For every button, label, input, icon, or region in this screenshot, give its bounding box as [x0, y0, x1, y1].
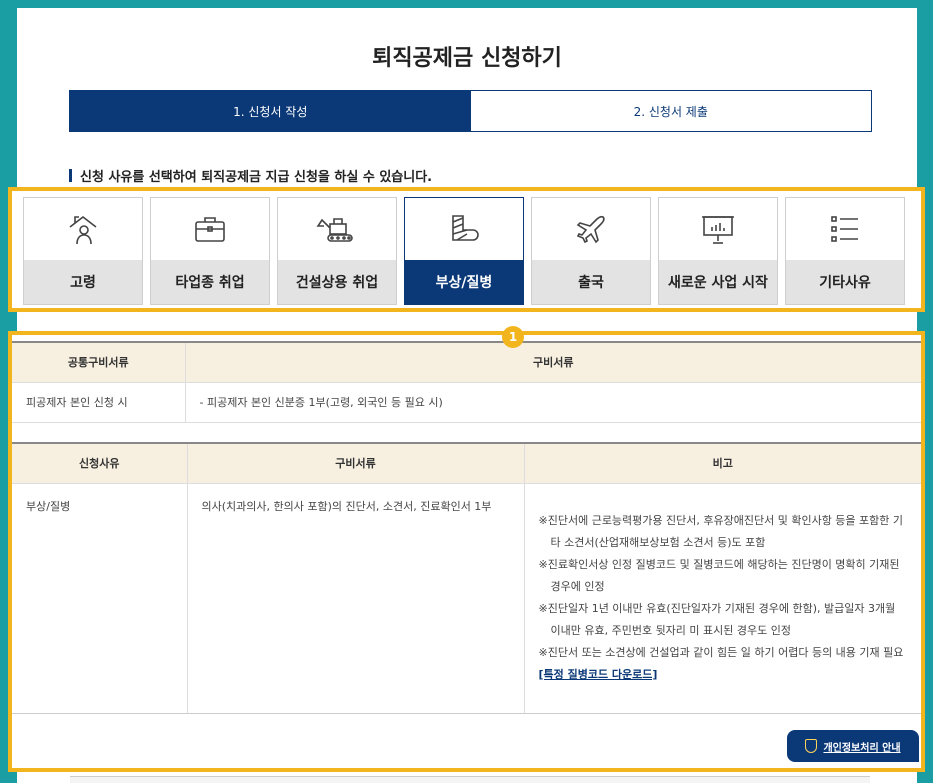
- reason-injury-illness[interactable]: 부상/질병: [404, 197, 524, 305]
- documents-cell: 의사(치과의사, 한의사 포함)의 진단서, 소견서, 진료확인서 1부: [187, 483, 525, 714]
- shield-icon: [805, 739, 818, 753]
- privacy-button-label: 개인정보처리 안내: [823, 742, 901, 754]
- table-row: 피공제자 본인 신청 시 - 피공제자 본인 신분증 1부(고령, 외국인 등 …: [12, 382, 921, 423]
- column-header: 구비서류: [185, 342, 921, 383]
- guide-bar: [69, 169, 72, 182]
- reason-label: 고령: [24, 259, 142, 304]
- excavator-icon: [278, 198, 396, 260]
- note-item: ※진단서에 근로능력평가용 진단서, 후유장애진단서 및 확인사항 등을 포함한…: [538, 513, 904, 549]
- briefcase-icon: [151, 198, 269, 260]
- column-header: 공통구비서류: [12, 342, 186, 383]
- guide-text-row: 신청 사유를 선택하여 퇴직공제금 지급 신청을 하실 수 있습니다.: [69, 166, 432, 185]
- bottom-strip: [70, 776, 870, 783]
- reason-elderly[interactable]: 고령: [23, 197, 143, 305]
- disease-code-download-link[interactable]: [특정 질병코드 다운로드]: [539, 666, 658, 684]
- list-icon: [786, 198, 904, 260]
- required-documents-box: 공통구비서류 구비서류 피공제자 본인 신청 시 - 피공제자 본인 신분증 1…: [8, 331, 925, 772]
- note-item: ※진단서 또는 소견상에 건설업과 같이 힘든 일 하기 어렵다 등의 내용 기…: [538, 645, 904, 659]
- airplane-icon: [532, 198, 650, 260]
- table-header-row: 신청사유 구비서류 비고: [12, 443, 921, 484]
- reason-label: 건설상용 취업: [278, 259, 396, 304]
- step-indicator: 1. 신청서 작성 2. 신청서 제출: [69, 90, 872, 132]
- reason-label: 부상/질병: [405, 259, 523, 304]
- column-header: 신청사유: [12, 443, 188, 484]
- table-header-row: 공통구비서류 구비서류: [12, 342, 921, 383]
- reason-label: 기타사유: [786, 259, 904, 304]
- reason-list: 고령 타업종 취업 건설상용 취업 부상/질병 출국 새로운 사업 시작 기타사…: [23, 197, 905, 305]
- cast-bandage-icon: [405, 198, 523, 260]
- reason-cell: 부상/질병: [12, 483, 188, 714]
- presentation-board-icon: [659, 198, 777, 260]
- table-cell: - 피공제자 본인 신분증 1부(고령, 외국인 등 필요 시): [185, 382, 921, 423]
- reason-departure-abroad[interactable]: 출국: [531, 197, 651, 305]
- note-item: ※진단일자 1년 이내만 유효(진단일자가 기재된 경우에 한함), 발급일자 …: [538, 601, 896, 637]
- privacy-policy-button[interactable]: 개인정보처리 안내: [787, 730, 919, 762]
- reason-label: 출국: [532, 259, 650, 304]
- reason-label: 새로운 사업 시작: [659, 259, 777, 304]
- notes-cell: ※진단서에 근로능력평가용 진단서, 후유장애진단서 및 확인사항 등을 포함한…: [524, 483, 921, 714]
- reason-other-industry-job[interactable]: 타업종 취업: [150, 197, 270, 305]
- reason-documents-table: 신청사유 구비서류 비고 부상/질병 의사(치과의사, 한의사 포함)의 진단서…: [12, 442, 921, 714]
- column-header: 구비서류: [187, 443, 525, 484]
- annotation-badge: 1: [502, 326, 524, 348]
- page-title: 퇴직공제금 신청하기: [372, 46, 562, 71]
- reason-selector-box: 고령 타업종 취업 건설상용 취업 부상/질병 출국 새로운 사업 시작 기타사…: [8, 187, 925, 312]
- reason-new-business[interactable]: 새로운 사업 시작: [658, 197, 778, 305]
- note-item: ※진료확인서상 인정 질병코드 및 질병코드에 해당하는 진단명이 명확히 기재…: [538, 557, 900, 593]
- reason-label: 타업종 취업: [151, 259, 269, 304]
- step-2-submit-application[interactable]: 2. 신청서 제출: [470, 91, 871, 131]
- column-header: 비고: [524, 443, 921, 484]
- step-1-write-application[interactable]: 1. 신청서 작성: [70, 91, 471, 131]
- table-cell: 피공제자 본인 신청 시: [12, 382, 186, 423]
- elderly-person-icon: [24, 198, 142, 260]
- common-documents-table: 공통구비서류 구비서류 피공제자 본인 신청 시 - 피공제자 본인 신분증 1…: [12, 341, 921, 423]
- table-row: 부상/질병 의사(치과의사, 한의사 포함)의 진단서, 소견서, 진료확인서 …: [12, 483, 921, 714]
- reason-construction-regular-job[interactable]: 건설상용 취업: [277, 197, 397, 305]
- reason-other[interactable]: 기타사유: [785, 197, 905, 305]
- guide-text: 신청 사유를 선택하여 퇴직공제금 지급 신청을 하실 수 있습니다.: [80, 170, 433, 185]
